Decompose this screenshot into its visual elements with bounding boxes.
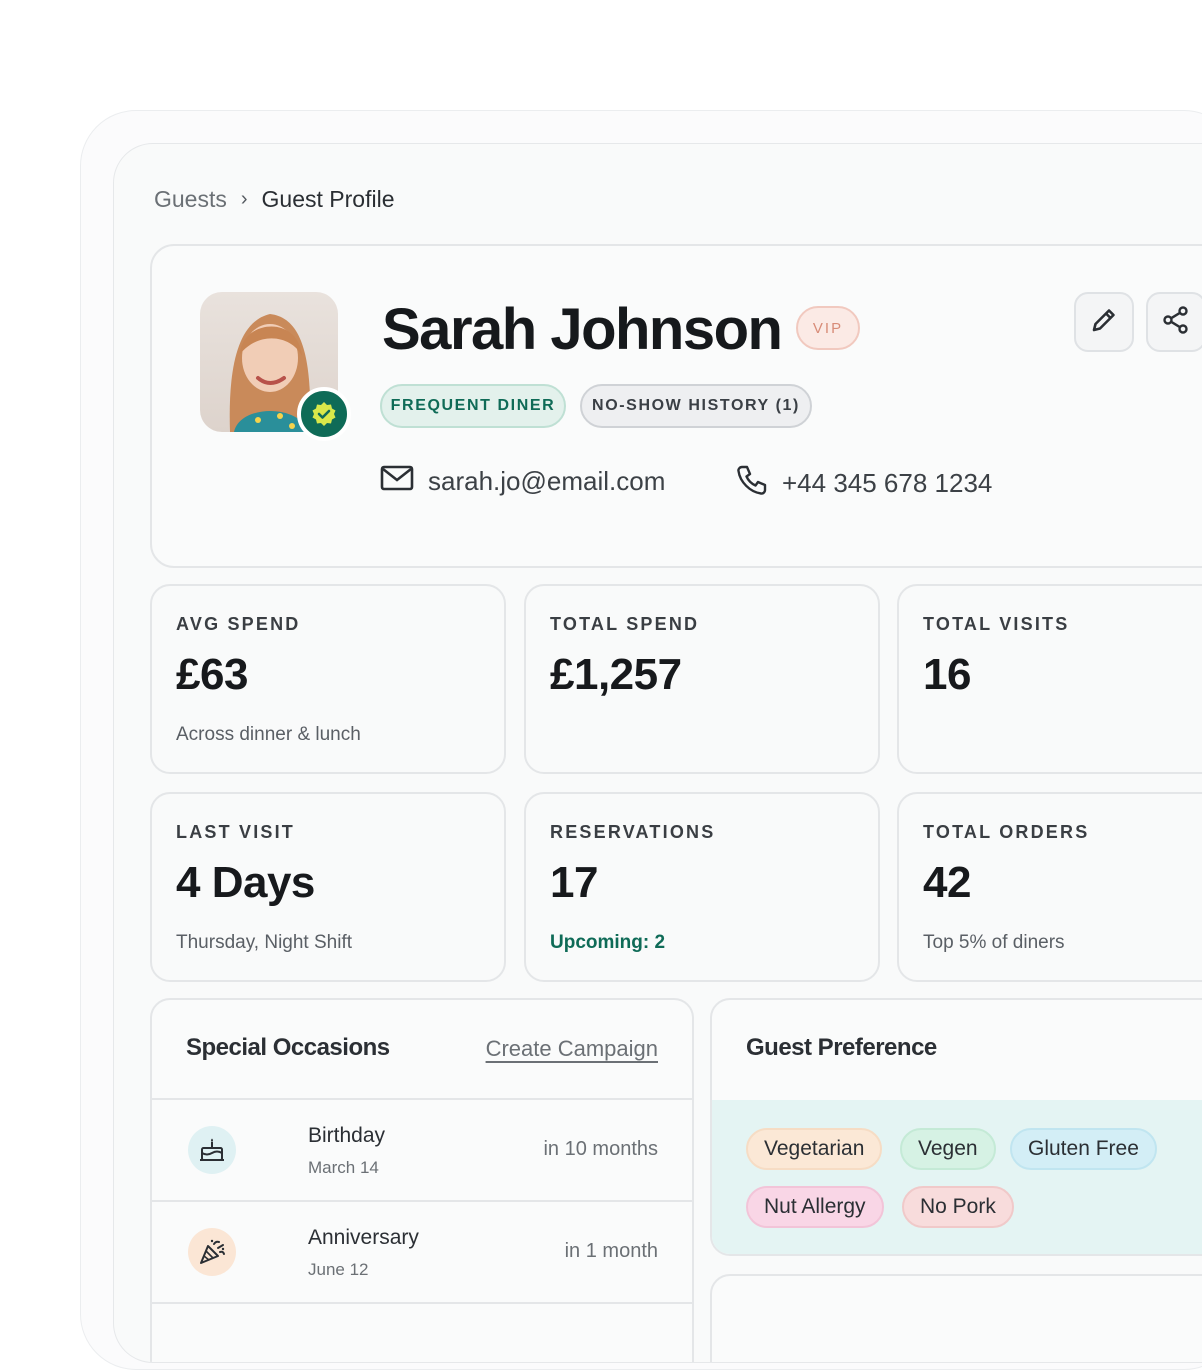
vip-badge: VIP bbox=[796, 306, 860, 350]
stat-reservations: RESERVATIONS 17 Upcoming: 2 bbox=[524, 792, 880, 982]
stat-label: AVG SPEND bbox=[176, 614, 301, 634]
mail-icon bbox=[380, 464, 414, 499]
chip-vegen[interactable]: Vegen bbox=[900, 1128, 996, 1170]
cake-icon bbox=[188, 1126, 236, 1174]
tag-no-show-history: NO-SHOW HISTORY (1) bbox=[580, 384, 812, 428]
stat-value: 4 Days bbox=[176, 858, 315, 907]
breadcrumb: Guests › Guest Profile bbox=[154, 186, 395, 213]
occasion-name: Birthday bbox=[308, 1124, 386, 1147]
create-campaign-link[interactable]: Create Campaign bbox=[486, 1036, 658, 1062]
occasion-date: March 14 bbox=[308, 1158, 379, 1177]
breadcrumb-current: Guest Profile bbox=[261, 186, 395, 212]
pencil-icon bbox=[1089, 305, 1119, 340]
stat-label: TOTAL ORDERS bbox=[923, 822, 1090, 842]
verified-badge-icon bbox=[297, 387, 351, 441]
phone-text: +44 345 678 1234 bbox=[782, 468, 993, 498]
breadcrumb-guests[interactable]: Guests bbox=[154, 186, 227, 213]
occasion-when: in 10 months bbox=[543, 1138, 658, 1160]
edit-button[interactable] bbox=[1074, 292, 1134, 352]
stat-sub: Across dinner & lunch bbox=[176, 724, 361, 745]
share-button[interactable] bbox=[1146, 292, 1202, 352]
email-text: sarah.jo@email.com bbox=[428, 466, 666, 496]
occasion-date: June 12 bbox=[308, 1260, 369, 1279]
share-icon bbox=[1161, 305, 1191, 340]
app-window: Guests › Guest Profile Sarah Johnson VIP… bbox=[113, 143, 1202, 1363]
upcoming-link[interactable]: Upcoming: 2 bbox=[550, 932, 665, 954]
stat-sub: Top 5% of diners bbox=[923, 932, 1065, 953]
stat-last-visit: LAST VISIT 4 Days Thursday, Night Shift bbox=[150, 792, 506, 982]
party-popper-icon bbox=[188, 1228, 236, 1276]
profile-card: Sarah Johnson VIP FREQUENT DINER NO-SHOW… bbox=[150, 244, 1202, 568]
stat-label: TOTAL VISITS bbox=[923, 614, 1070, 634]
panel-title: Special Occasions bbox=[186, 1034, 390, 1061]
stat-avg-spend: AVG SPEND £63 Across dinner & lunch bbox=[150, 584, 506, 774]
chip-no-pork[interactable]: No Pork bbox=[902, 1186, 1014, 1228]
panel-title: Guest Preference bbox=[746, 1034, 937, 1061]
chevron-right-icon: › bbox=[240, 188, 248, 210]
secondary-panel bbox=[710, 1274, 1202, 1362]
stat-value: £63 bbox=[176, 650, 248, 699]
chip-vegetarian[interactable]: Vegetarian bbox=[746, 1128, 883, 1170]
stat-value: £1,257 bbox=[550, 650, 682, 699]
stat-sub: Thursday, Night Shift bbox=[176, 932, 353, 953]
stat-label: LAST VISIT bbox=[176, 822, 296, 842]
stat-label: RESERVATIONS bbox=[550, 822, 716, 842]
stat-value: 16 bbox=[923, 650, 971, 699]
phone-icon bbox=[736, 464, 768, 503]
special-occasions-panel: Special Occasions Create Campaign Birthd… bbox=[150, 998, 694, 1362]
stat-value: 42 bbox=[923, 858, 971, 907]
preference-chips: Vegetarian Vegen Gluten Free Nut Allergy… bbox=[712, 1100, 1202, 1254]
tag-frequent-diner: FREQUENT DINER bbox=[380, 384, 566, 428]
stat-total-orders: TOTAL ORDERS 42 Top 5% of diners bbox=[897, 792, 1202, 982]
avatar-wrap bbox=[200, 292, 351, 441]
stat-label: TOTAL SPEND bbox=[550, 614, 700, 634]
list-item[interactable]: Anniversary June 12 in 1 month bbox=[152, 1202, 692, 1304]
stat-value: 17 bbox=[550, 858, 598, 907]
chip-nut-allergy[interactable]: Nut Allergy bbox=[746, 1186, 884, 1228]
list-item[interactable]: Birthday March 14 in 10 months bbox=[152, 1100, 692, 1202]
contact-phone[interactable]: +44 345 678 1234 bbox=[736, 464, 992, 503]
stat-total-visits: TOTAL VISITS 16 bbox=[897, 584, 1202, 774]
chip-gluten-free[interactable]: Gluten Free bbox=[1010, 1128, 1157, 1170]
guest-name: Sarah Johnson bbox=[382, 297, 783, 362]
occasion-when: in 1 month bbox=[564, 1240, 658, 1262]
contact-email[interactable]: sarah.jo@email.com bbox=[380, 464, 665, 499]
stat-total-spend: TOTAL SPEND £1,257 bbox=[524, 584, 880, 774]
guest-preference-panel: Guest Preference Vegetarian Vegen Gluten… bbox=[710, 998, 1202, 1256]
occasion-name: Anniversary bbox=[308, 1226, 419, 1249]
